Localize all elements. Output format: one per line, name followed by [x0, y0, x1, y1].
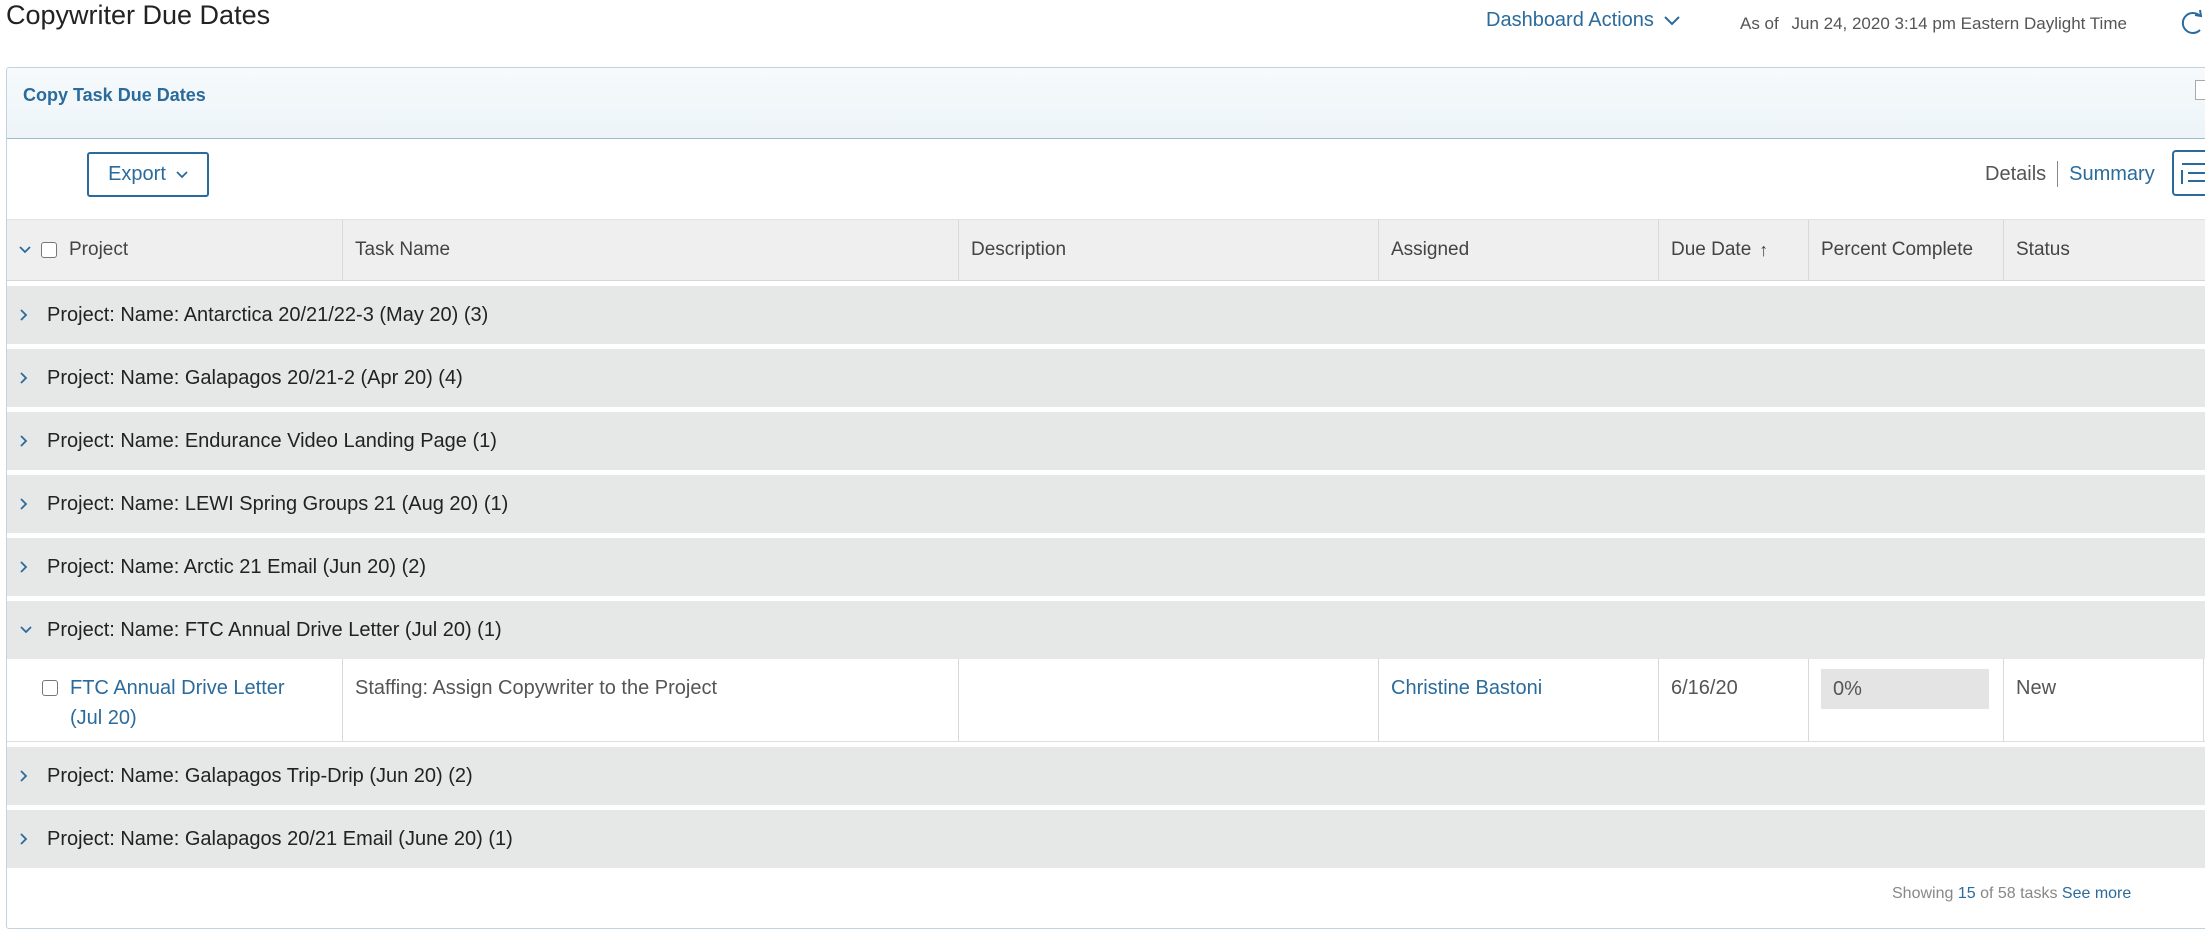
column-header-assigned[interactable]: Assigned	[1379, 220, 1659, 280]
sort-ascending-icon: ↑	[1759, 239, 1769, 260]
select-all-checkbox[interactable]	[41, 242, 57, 258]
group-label: Project: Name: Galapagos Trip-Drip (Jun …	[47, 764, 473, 787]
group-row[interactable]: Project: Name: Endurance Video Landing P…	[7, 412, 2205, 470]
column-header-percent-complete[interactable]: Percent Complete	[1809, 220, 2004, 280]
assignee-link[interactable]: Christine Bastoni	[1391, 677, 1542, 699]
as-of-label: As of	[1740, 14, 1779, 33]
grouping-button[interactable]	[2172, 150, 2205, 196]
column-label: Percent Complete	[1821, 239, 1974, 260]
column-label: Assigned	[1391, 239, 1470, 260]
group-row[interactable]: Project: Name: LEWI Spring Groups 21 (Au…	[7, 475, 2205, 533]
chevron-right-icon[interactable]	[20, 372, 34, 384]
column-label: Description	[971, 239, 1067, 260]
group-row[interactable]: Project: Name: Galapagos 20/21-2 (Apr 20…	[7, 349, 2205, 407]
group-label: Project: Name: Galapagos 20/21 Email (Ju…	[47, 827, 513, 850]
column-header-status[interactable]: Status	[2004, 220, 2204, 280]
chevron-right-icon[interactable]	[20, 770, 34, 782]
chevron-down-icon	[176, 170, 188, 178]
page-size-select[interactable]: 15	[1958, 885, 1976, 902]
column-header-project[interactable]: Project	[7, 220, 343, 280]
column-header-due-date[interactable]: Due Date ↑	[1659, 220, 1809, 280]
column-header-description[interactable]: Description	[959, 220, 1379, 280]
column-label: Project	[69, 239, 129, 260]
chevron-right-icon[interactable]	[20, 498, 34, 510]
group-row[interactable]: Project: Name: Galapagos 20/21 Email (Ju…	[7, 810, 2205, 868]
as-of-timestamp: As of Jun 24, 2020 3:14 pm Eastern Dayli…	[1740, 14, 2127, 34]
panel-header: Copy Task Due Dates	[7, 68, 2205, 139]
project-name-line2: (Jul 20)	[70, 707, 137, 729]
table-row: FTC Annual Drive Letter (Jul 20) Staffin…	[7, 659, 2205, 742]
pagination-footer: Showing 15 of 58 tasks See more	[1892, 885, 2131, 903]
panel-select-checkbox[interactable]	[2195, 80, 2205, 100]
column-label: Status	[2016, 239, 2070, 260]
group-label: Project: Name: FTC Annual Drive Letter (…	[47, 618, 502, 641]
group-row[interactable]: Project: Name: Antarctica 20/21/22-3 (Ma…	[7, 286, 2205, 344]
dashboard-panel: Copy Task Due Dates Export Details Summa…	[6, 67, 2205, 929]
see-more-link[interactable]: See more	[2062, 885, 2131, 902]
group-label: Project: Name: Endurance Video Landing P…	[47, 429, 497, 452]
showing-label: Showing	[1892, 885, 1954, 902]
column-header-task-name[interactable]: Task Name	[343, 220, 959, 280]
chevron-right-icon[interactable]	[20, 309, 34, 321]
chevron-down-icon[interactable]	[19, 246, 31, 254]
panel-title: Copy Task Due Dates	[23, 85, 206, 105]
column-label: Due Date	[1671, 239, 1752, 260]
cell-project: FTC Annual Drive Letter (Jul 20)	[7, 659, 343, 741]
cell-percent-complete: 0%	[1809, 659, 2004, 741]
chevron-right-icon[interactable]	[20, 833, 34, 845]
group-label: Project: Name: Galapagos 20/21-2 (Apr 20…	[47, 366, 463, 389]
row-select-checkbox[interactable]	[42, 680, 58, 696]
as-of-value: Jun 24, 2020 3:14 pm Eastern Daylight Ti…	[1791, 14, 2127, 33]
total-count: of 58 tasks	[1980, 885, 2058, 902]
refresh-icon[interactable]	[2178, 8, 2204, 38]
project-name-line1: FTC Annual Drive Letter	[70, 677, 285, 699]
page-title: Copywriter Due Dates	[6, 0, 271, 30]
group-row[interactable]: Project: Name: Arctic 21 Email (Jun 20) …	[7, 538, 2205, 596]
cell-assigned: Christine Bastoni	[1379, 659, 1659, 741]
grid-header: Project Task Name Description Assigned D…	[7, 220, 2205, 281]
group-label: Project: Name: Arctic 21 Email (Jun 20) …	[47, 555, 427, 578]
cell-description	[959, 659, 1379, 741]
chevron-right-icon[interactable]	[20, 561, 34, 573]
export-label: Export	[108, 163, 166, 185]
chevron-right-icon[interactable]	[20, 435, 34, 447]
cell-task-name: Staffing: Assign Copywriter to the Proje…	[343, 659, 959, 741]
cell-due-date: 6/16/20	[1659, 659, 1809, 741]
summary-view-link[interactable]: Summary	[2069, 163, 2155, 186]
project-link[interactable]: FTC Annual Drive Letter (Jul 20)	[70, 673, 285, 741]
cell-status: New	[2004, 659, 2204, 741]
report-toolbar: Export Details Summary	[7, 139, 2205, 220]
group-label: Project: Name: Antarctica 20/21/22-3 (Ma…	[47, 303, 489, 326]
group-row[interactable]: Project: Name: Galapagos Trip-Drip (Jun …	[7, 747, 2205, 805]
view-switch: Details Summary	[1985, 161, 2155, 187]
column-label: Task Name	[355, 239, 451, 260]
chevron-down-icon[interactable]	[20, 626, 34, 634]
group-label: Project: Name: LEWI Spring Groups 21 (Au…	[47, 492, 509, 515]
details-view-link[interactable]: Details	[1985, 163, 2046, 186]
view-divider	[2057, 161, 2059, 187]
dashboard-actions-menu[interactable]: Dashboard Actions	[1486, 9, 1680, 32]
chevron-down-icon	[1664, 15, 1680, 25]
dashboard-actions-label: Dashboard Actions	[1486, 9, 1654, 31]
export-button[interactable]: Export	[87, 152, 209, 197]
group-row-expanded[interactable]: Project: Name: FTC Annual Drive Letter (…	[7, 601, 2205, 659]
percent-complete-value: 0%	[1821, 669, 1989, 709]
grouping-icon	[2181, 163, 2205, 184]
